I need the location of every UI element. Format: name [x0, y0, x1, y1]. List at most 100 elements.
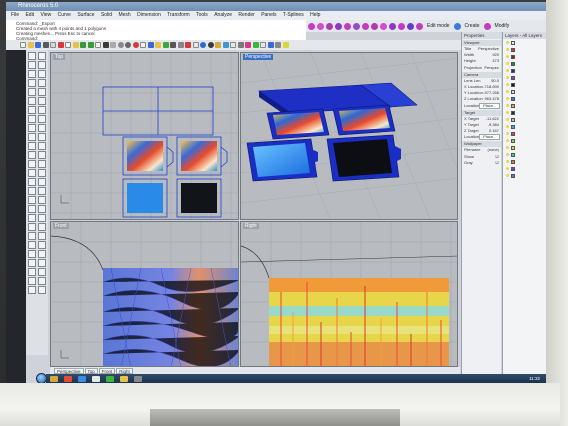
layer-color-swatch[interactable] — [511, 96, 515, 101]
create-icon[interactable] — [453, 22, 461, 30]
edit-mode-icon[interactable] — [416, 22, 423, 30]
tool-icon[interactable] — [37, 268, 46, 276]
trim-tool-icon[interactable] — [37, 160, 46, 168]
lightbulb-icon[interactable] — [506, 62, 509, 65]
tool-icon[interactable] — [28, 223, 36, 231]
cylinder-tool-icon[interactable] — [28, 133, 36, 141]
layer-row[interactable] — [503, 81, 546, 88]
layer-row[interactable] — [503, 130, 546, 137]
tool-icon[interactable] — [371, 22, 378, 30]
print-icon[interactable] — [42, 42, 49, 48]
layer-row[interactable] — [503, 88, 546, 95]
tool-icon[interactable] — [28, 232, 36, 240]
tool-icon[interactable] — [147, 42, 154, 48]
tool-icon[interactable] — [230, 42, 236, 48]
viewport-label-front[interactable]: Front — [53, 223, 69, 229]
tool-icon[interactable] — [207, 42, 214, 48]
surface-tool-icon[interactable] — [28, 106, 36, 114]
zoom-icon[interactable] — [110, 42, 116, 48]
tool-icon[interactable] — [28, 286, 36, 294]
box-tool-icon[interactable] — [28, 124, 36, 132]
explode-tool-icon[interactable] — [28, 160, 36, 168]
layer-row[interactable] — [503, 53, 546, 60]
array-tool-icon[interactable] — [28, 196, 36, 204]
tool-icon[interactable] — [222, 42, 229, 48]
layer-row[interactable] — [503, 116, 546, 123]
render-icon[interactable] — [200, 42, 206, 48]
viewport-perspective[interactable]: Perspective — [240, 52, 458, 220]
split-tool-icon[interactable] — [28, 169, 36, 177]
menu-panels[interactable]: Panels — [261, 12, 276, 18]
tool-icon[interactable] — [185, 42, 191, 48]
revolve-tool-icon[interactable] — [37, 115, 46, 123]
point-tool-icon[interactable] — [37, 52, 46, 60]
boolean-difference-tool-icon[interactable] — [37, 142, 46, 150]
modify-button[interactable]: Modify — [493, 23, 512, 29]
zoom-selected-icon[interactable] — [132, 42, 139, 48]
create-button[interactable]: Create — [463, 23, 482, 29]
undo-icon[interactable] — [80, 42, 86, 48]
modify-icon[interactable] — [483, 22, 491, 30]
layer-color-swatch[interactable] — [511, 152, 515, 157]
lightbulb-icon[interactable] — [506, 174, 509, 177]
layer-row[interactable] — [503, 95, 546, 102]
text-tool-icon[interactable] — [28, 205, 36, 213]
tool-icon[interactable] — [155, 42, 161, 48]
lightbulb-icon[interactable] — [506, 48, 509, 51]
tool-icon[interactable] — [37, 250, 46, 258]
tool-icon[interactable] — [192, 42, 199, 48]
menu-edit[interactable]: Edit — [25, 12, 34, 18]
dimension-tool-icon[interactable] — [37, 196, 46, 204]
lightbulb-icon[interactable] — [506, 55, 509, 58]
join-tool-icon[interactable] — [37, 151, 46, 159]
boolean-union-tool-icon[interactable] — [28, 142, 36, 150]
tool-icon[interactable] — [140, 42, 146, 48]
menu-file[interactable]: File — [11, 12, 19, 18]
polygon-tool-icon[interactable] — [37, 88, 46, 96]
cut-icon[interactable] — [57, 42, 64, 48]
tool-icon[interactable] — [252, 42, 259, 48]
lightbulb-icon[interactable] — [506, 118, 509, 121]
menu-help[interactable]: Help — [310, 12, 320, 18]
tool-icon[interactable] — [275, 42, 281, 48]
layer-color-swatch[interactable] — [511, 61, 515, 66]
lightbulb-icon[interactable] — [506, 111, 509, 114]
layer-row[interactable] — [503, 46, 546, 53]
command-history[interactable]: Command: _Export Created a mesh with 4 p… — [6, 20, 306, 41]
rotate-tool-icon[interactable] — [37, 178, 46, 186]
zoom-extents-icon[interactable] — [125, 42, 131, 48]
layer-color-swatch[interactable] — [511, 117, 515, 122]
place-camera-button[interactable]: Place... — [479, 102, 501, 109]
lightbulb-icon[interactable] — [506, 104, 509, 107]
polyline-tool-icon[interactable] — [37, 61, 46, 69]
menu-tools[interactable]: Tools — [196, 12, 208, 18]
layer-row[interactable] — [503, 158, 546, 165]
lightbulb-icon[interactable] — [506, 83, 509, 86]
tool-icon[interactable] — [308, 22, 315, 30]
tool-icon[interactable] — [28, 277, 36, 285]
layer-color-swatch[interactable] — [511, 68, 515, 73]
render-tool-icon[interactable] — [37, 214, 46, 222]
zoom-window-icon[interactable] — [117, 42, 124, 48]
tool-icon[interactable] — [380, 22, 387, 30]
mirror-tool-icon[interactable] — [37, 187, 46, 195]
viewport-front[interactable]: Front — [50, 221, 239, 367]
layer-color-swatch[interactable] — [511, 173, 515, 178]
extrude-tool-icon[interactable] — [28, 115, 36, 123]
cone-tool-icon[interactable] — [37, 133, 46, 141]
viewport-label-top[interactable]: Top — [53, 54, 66, 60]
paste-icon[interactable] — [72, 42, 79, 48]
tool-icon[interactable] — [326, 22, 333, 30]
ellipse-tool-icon[interactable] — [37, 79, 46, 87]
layer-color-swatch[interactable] — [511, 54, 515, 59]
viewport-right[interactable]: Right — [240, 221, 458, 367]
tool-icon[interactable] — [389, 22, 396, 30]
property-value[interactable]: Perspec — [484, 65, 499, 71]
tool-icon[interactable] — [362, 22, 369, 30]
layer-row[interactable] — [503, 67, 546, 74]
clock[interactable]: 11:32 — [529, 376, 540, 381]
lightbulb-icon[interactable] — [506, 76, 509, 79]
layer-row[interactable] — [503, 102, 546, 109]
layer-row[interactable] — [503, 172, 546, 179]
layer-color-swatch[interactable] — [511, 124, 515, 129]
